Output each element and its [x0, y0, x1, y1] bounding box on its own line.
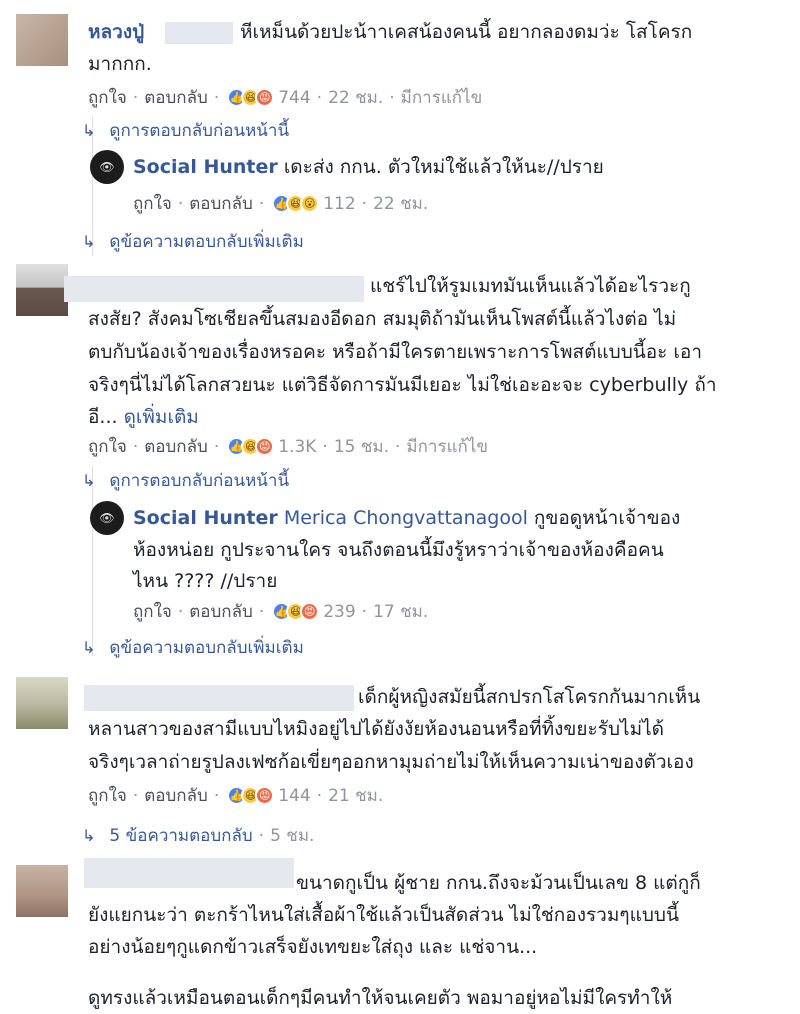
see-more-link[interactable]: ดูเพิ่มเติม [124, 406, 199, 428]
angry-reaction-icon: 😡 [255, 88, 275, 107]
comment-actions: ถูกใจ · ตอบกลับ · 👍 😆 😡 144 · 21 ชม. [88, 782, 383, 809]
timestamp: 5 ชม. [270, 826, 315, 846]
reply-body: เดะส่ง กกน. ตัวใหม่ใช้แล้วให้นะ//ปราย [283, 156, 604, 178]
avatar[interactable] [16, 14, 68, 66]
comment-text: มากกก. [88, 53, 152, 75]
reply-text: ห้องหน่อย กูประจานใคร จนถึงตอนนี้มึงรู้ห… [133, 539, 664, 561]
reply-arrow-icon: ↳ [82, 638, 96, 657]
avatar[interactable] [16, 264, 68, 316]
timestamp[interactable]: 17 ชม. [373, 598, 428, 625]
comment-text: สงสัย? สังคมโซเชียลขึ้นสมองอีดอก สมมุติถ… [88, 308, 677, 330]
tagged-user-link[interactable]: Merica Chongvattanagool [284, 507, 528, 529]
view-previous-replies-label: ดูการตอบกลับก่อนหน้านี้ [109, 471, 290, 491]
redacted-name [165, 22, 233, 44]
comment-text: ดูทรงแล้วเหมือนตอนเด็กๆมีคนทำให้จนเคยตัว… [88, 987, 673, 1009]
view-more-replies[interactable]: ↳ ดูข้อความตอบกลับเพิ่มเติม [82, 228, 304, 255]
reply-button[interactable]: ตอบกลับ [189, 190, 253, 217]
comment-text: ขนาดกูเป็น ผู้ชาย กกน.ถึงจะม้วนเป็นเลข 8… [296, 872, 701, 894]
reactions[interactable]: 👍 😆 😡 [227, 437, 275, 456]
view-previous-replies-label: ดูการตอบกลับก่อนหน้านี้ [109, 121, 290, 141]
avatar[interactable] [16, 865, 68, 917]
comment-actions: ถูกใจ · ตอบกลับ · 👍 😆 😡 1.3K · 15 ชม. · มีการแ… [88, 433, 488, 460]
reaction-count[interactable]: 112 [323, 194, 355, 214]
angry-reaction-icon: 😡 [300, 602, 320, 621]
timestamp[interactable]: 22 ชม. [373, 190, 428, 217]
view-previous-replies[interactable]: ↳ ดูการตอบกลับก่อนหน้านี้ [82, 467, 289, 494]
reply-arrow-icon: ↳ [82, 471, 96, 490]
reply-arrow-icon: ↳ [82, 826, 96, 845]
reply-arrow-icon: ↳ [82, 121, 96, 140]
comment-actions: ถูกใจ · ตอบกลับ · 👍 😆 😡 744 · 22 ชม. · มีการแก… [88, 84, 482, 111]
timestamp[interactable]: 22 ชม. [328, 84, 383, 111]
reply-button[interactable]: ตอบกลับ [144, 782, 208, 809]
comment-text: หีเหม็นด้วยปะน้าาเคสน้องคนนี้ อยากลองดมว… [240, 21, 693, 43]
comment-text: หลานสาวของสามีแบบไหมิงอยู่ไปได้ยังงัยห้อ… [88, 718, 664, 740]
reply-thread-line [92, 466, 93, 656]
like-button[interactable]: ถูกใจ [133, 598, 172, 625]
redacted-name [64, 276, 364, 302]
comment-text: เด็กผู้หญิงสมัยนี้สกปรกโสโครกกันมากเห็น [358, 686, 701, 708]
like-button[interactable]: ถูกใจ [133, 190, 172, 217]
reply-text: Social Hunter เดะส่ง กกน. ตัวใหม่ใช้แล้ว… [133, 151, 604, 183]
like-button[interactable]: ถูกใจ [88, 433, 127, 460]
comment-text: ตบกับน้องเจ้าของเรื่องหรอคะ หรือถ้ามีใคร… [88, 341, 702, 363]
avatar[interactable] [16, 677, 68, 729]
reply-button[interactable]: ตอบกลับ [144, 84, 208, 111]
redacted-name [84, 685, 354, 711]
like-button[interactable]: ถูกใจ [88, 84, 127, 111]
reactions[interactable]: 👍 😆 😡 [272, 602, 320, 621]
angry-reaction-icon: 😡 [255, 437, 275, 456]
reactions[interactable]: 👍 😆 😡 [227, 88, 275, 107]
redacted-name [84, 858, 294, 888]
reply-button[interactable]: ตอบกลับ [189, 598, 253, 625]
reactions[interactable]: 👍 😆 😮 [272, 194, 320, 213]
author-name[interactable]: หลวงปู่ [88, 21, 144, 43]
view-previous-replies[interactable]: ↳ ดูการตอบกลับก่อนหน้านี้ [82, 117, 289, 144]
comment-text: จริงๆเวลาถ่ายรูปลงเฟซก้อเขี่ยๆออกหามุมถ่… [88, 751, 694, 773]
view-more-replies[interactable]: ↳ ดูข้อความตอบกลับเพิ่มเติม [82, 634, 304, 661]
reaction-count[interactable]: 239 [323, 602, 355, 622]
view-more-replies-label: ดูข้อความตอบกลับเพิ่มเติม [109, 232, 304, 252]
comment-text: ยังแยกนะว่า ตะกร้าไหนใส่เสื้อผ้าใช้แล้วเ… [88, 904, 679, 926]
timestamp[interactable]: 21 ชม. [328, 782, 383, 809]
reactions[interactable]: 👍 😆 😡 [227, 786, 275, 805]
timestamp[interactable]: 15 ชม. [334, 433, 389, 460]
reply-text: Social Hunter Merica Chongvattanagool กู… [133, 502, 680, 534]
comment-text: หลวงปู่ [88, 16, 144, 48]
comment-text: จริงๆนี่ไม่ได้โลกสวยนะ แต่วิธีจัดการมันม… [88, 374, 717, 396]
reply-button[interactable]: ตอบกลับ [144, 433, 208, 460]
author-name[interactable]: Social Hunter [133, 156, 278, 178]
wow-reaction-icon: 😮 [300, 194, 320, 213]
edited-label[interactable]: มีการแก้ไข [401, 84, 483, 111]
angry-reaction-icon: 😡 [255, 786, 275, 805]
reply-body: กูขอดูหน้าเจ้าของ [533, 507, 681, 529]
reply-arrow-icon: ↳ [82, 232, 96, 251]
comment-text: อย่างน้อยๆกูแดกข้าวเสร็จยังเทขยะใส่ถุง แ… [88, 936, 538, 958]
reaction-count[interactable]: 144 [278, 786, 310, 806]
comment-text: แชร์ไปให้รูมเมทมันเห็นแล้วได้อะไรวะกู [370, 275, 691, 297]
reply-actions: ถูกใจ · ตอบกลับ · 👍 😆 😮 112 · 22 ชม. [133, 190, 428, 217]
author-name[interactable]: Social Hunter [133, 507, 278, 529]
comment-text: อี... ดูเพิ่มเติม [88, 401, 199, 433]
reply-actions: ถูกใจ · ตอบกลับ · 👍 😆 😡 239 · 17 ชม. [133, 598, 428, 625]
replies-summary-link[interactable]: ↳ 5 ข้อความตอบกลับ · 5 ชม. [82, 822, 314, 849]
like-button[interactable]: ถูกใจ [88, 782, 127, 809]
reaction-count[interactable]: 1.3K [278, 437, 316, 457]
view-more-replies-label: ดูข้อความตอบกลับเพิ่มเติม [109, 638, 304, 658]
replies-count-label: 5 ข้อความตอบกลับ [109, 826, 253, 846]
reaction-count[interactable]: 744 [278, 88, 310, 108]
comment-truncated: อี... [88, 406, 118, 428]
edited-label[interactable]: มีการแก้ไข [406, 433, 488, 460]
avatar[interactable]: 👁 [90, 150, 124, 184]
reply-text: ไหน ???? //ปราย [133, 570, 278, 592]
avatar[interactable]: 👁 [90, 501, 124, 535]
